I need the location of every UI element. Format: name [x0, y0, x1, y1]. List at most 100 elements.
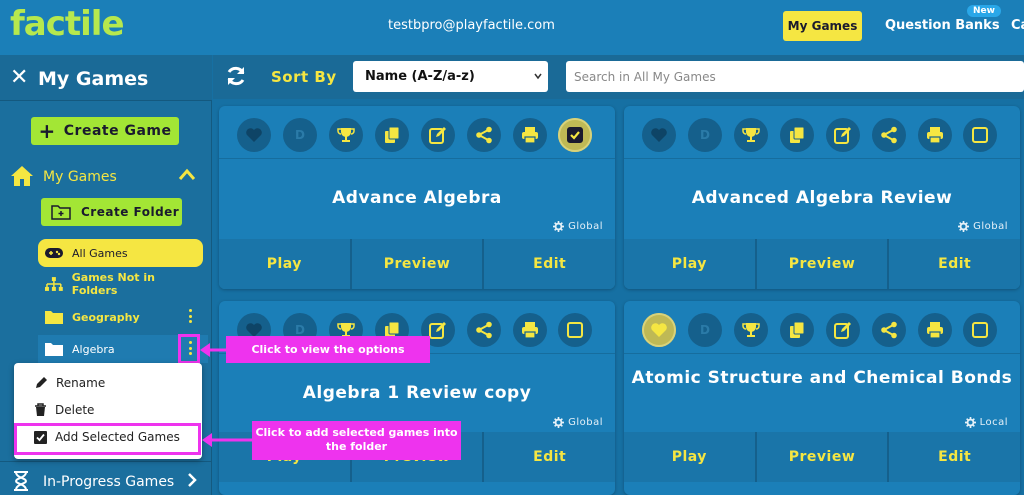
- preview-button[interactable]: Preview: [757, 239, 890, 289]
- top-bar: factile testbpro@playfactile.com My Game…: [0, 0, 1024, 55]
- game-card: D Atomic Structure and Chemical Bonds Loca…: [624, 301, 1020, 495]
- checkbox-checked-icon[interactable]: [558, 118, 592, 152]
- edit-icon[interactable]: [826, 118, 860, 152]
- games-not-in-folders-label: Games Not in Folders: [71, 271, 155, 297]
- print-icon[interactable]: [918, 118, 952, 152]
- menu-item-delete[interactable]: Delete: [34, 403, 94, 417]
- share-icon[interactable]: [467, 313, 501, 347]
- card-action-icons: D: [624, 106, 1020, 158]
- trophy-icon[interactable]: [734, 118, 768, 152]
- d-badge-icon[interactable]: D: [283, 118, 317, 152]
- nav-question-banks-link[interactable]: Question Banks: [885, 18, 1000, 33]
- gear-icon: [958, 221, 970, 232]
- card-divider: [624, 353, 1020, 354]
- plus-icon: +: [38, 119, 56, 143]
- card-actions: PlayPreviewEdit: [624, 239, 1020, 289]
- user-email: testbpro@playfactile.com: [388, 18, 555, 33]
- menu-item-rename[interactable]: Rename: [34, 376, 105, 390]
- scope-label: Local: [979, 417, 1008, 428]
- print-icon[interactable]: [513, 118, 547, 152]
- copy-icon[interactable]: [375, 118, 409, 152]
- checkbox-icon[interactable]: [963, 313, 997, 347]
- copy-icon[interactable]: [780, 313, 814, 347]
- folder-geography[interactable]: Geography: [38, 303, 203, 331]
- create-game-label: Create Game: [63, 123, 172, 139]
- add-selected-highlight-box: [14, 423, 201, 455]
- scope-label: Global: [568, 221, 603, 232]
- d-badge-icon[interactable]: D: [688, 313, 722, 347]
- nav-my-games-button[interactable]: My Games: [783, 11, 862, 41]
- create-game-button[interactable]: + Create Game: [31, 117, 179, 145]
- play-button[interactable]: Play: [219, 239, 352, 289]
- geography-label: Geography: [72, 310, 140, 324]
- heart-icon[interactable]: [237, 118, 271, 152]
- share-icon[interactable]: [872, 313, 906, 347]
- create-folder-button[interactable]: Create Folder: [41, 198, 182, 226]
- rename-label: Rename: [56, 376, 106, 390]
- scope-badge: Global: [958, 221, 1008, 232]
- card-action-icons: D: [624, 301, 1020, 353]
- gear-icon: [964, 417, 976, 428]
- play-button[interactable]: Play: [624, 239, 757, 289]
- game-title: Advanced Algebra Review: [691, 188, 953, 208]
- preview-button[interactable]: Preview: [757, 432, 890, 482]
- card-divider: [219, 158, 615, 159]
- geography-options-icon[interactable]: [185, 306, 195, 326]
- copy-icon[interactable]: [780, 118, 814, 152]
- delete-label: Delete: [55, 403, 95, 417]
- sort-select-value: Name (A-Z/a-z): [365, 69, 475, 84]
- edit-icon[interactable]: [826, 313, 860, 347]
- checkbox-icon[interactable]: [963, 118, 997, 152]
- my-games-label: My Games: [43, 169, 117, 185]
- refresh-icon[interactable]: [225, 65, 247, 87]
- heart-icon[interactable]: [642, 313, 676, 347]
- edit-icon[interactable]: [421, 118, 455, 152]
- preview-button[interactable]: Preview: [352, 239, 485, 289]
- scope-label: Global: [568, 417, 603, 428]
- annotation-options: Click to view the options: [226, 336, 430, 363]
- factile-logo[interactable]: factile: [10, 4, 125, 44]
- chevron-up-icon[interactable]: [178, 167, 196, 181]
- heart-icon[interactable]: [642, 118, 676, 152]
- pencil-icon: [36, 377, 47, 388]
- scope-badge: Global: [553, 221, 603, 232]
- folder-icon: [45, 311, 63, 324]
- folder-icon: [45, 343, 63, 356]
- search-input[interactable]: [566, 61, 1024, 92]
- game-card: D Advance Algebra Global Play Preview Edit: [219, 106, 615, 289]
- edit-button[interactable]: Edit: [889, 239, 1020, 289]
- print-icon[interactable]: [513, 313, 547, 347]
- scope-label: Global: [973, 221, 1008, 232]
- edit-button[interactable]: Edit: [889, 432, 1020, 482]
- edit-button[interactable]: Edit: [484, 432, 615, 482]
- algebra-label: Algebra: [72, 342, 115, 356]
- trophy-icon[interactable]: [329, 118, 363, 152]
- difficulty-label: D: [295, 128, 305, 142]
- edit-button[interactable]: Edit: [484, 239, 615, 289]
- play-button[interactable]: Play: [624, 432, 757, 482]
- print-icon[interactable]: [918, 313, 952, 347]
- sort-by-label: Sort By: [271, 68, 337, 86]
- sidebar-title: My Games: [38, 68, 149, 90]
- share-icon[interactable]: [467, 118, 501, 152]
- checkbox-icon[interactable]: [558, 313, 592, 347]
- nav-more-link[interactable]: Ca: [1011, 18, 1024, 33]
- difficulty-label: D: [700, 323, 710, 337]
- chevron-down-icon: [534, 73, 542, 80]
- share-icon[interactable]: [872, 118, 906, 152]
- trophy-icon[interactable]: [734, 313, 768, 347]
- card-action-icons: D: [219, 106, 615, 158]
- d-badge-icon[interactable]: D: [688, 118, 722, 152]
- close-icon[interactable]: ✕: [10, 65, 28, 90]
- sort-select[interactable]: Name (A-Z/a-z): [353, 61, 548, 92]
- sidebar-item-in-progress[interactable]: In-Progress Games: [0, 461, 212, 495]
- folder-all-games[interactable]: All Games: [38, 239, 203, 267]
- gear-icon: [553, 417, 565, 428]
- sidebar-item-my-games[interactable]: My Games: [0, 159, 212, 193]
- all-games-label: All Games: [72, 246, 128, 260]
- sidebar-header: ✕ My Games: [0, 55, 212, 101]
- scope-badge: Global: [553, 417, 603, 428]
- toolbar: Sort By Name (A-Z/a-z): [213, 55, 1024, 99]
- folder-games-not-in-folders[interactable]: Games Not in Folders: [38, 270, 203, 298]
- create-folder-label: Create Folder: [81, 205, 180, 219]
